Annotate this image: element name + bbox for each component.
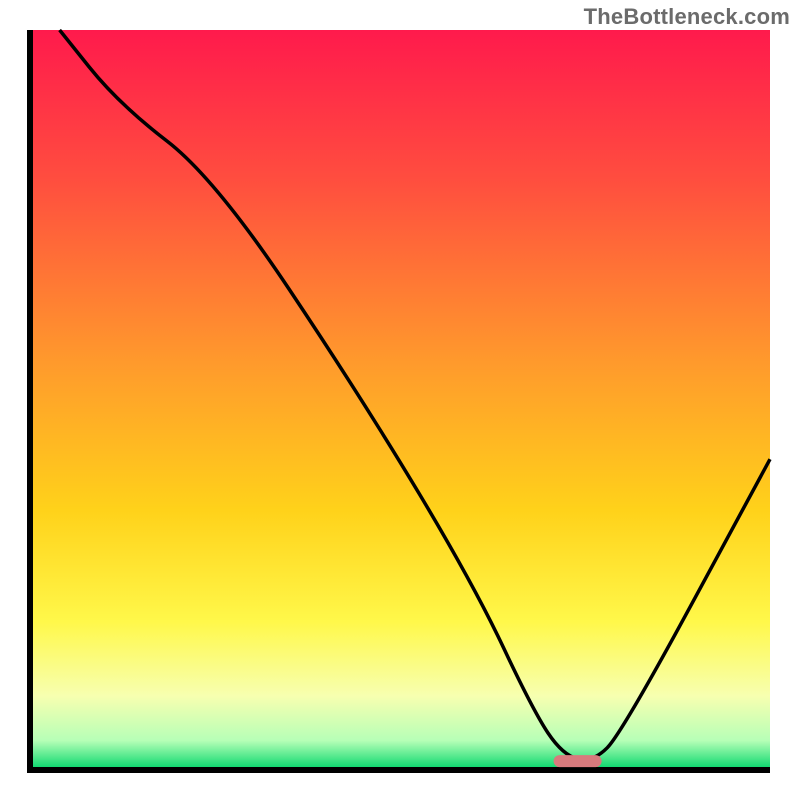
plot-background (30, 30, 770, 770)
watermark-text: TheBottleneck.com (584, 4, 790, 30)
bottleneck-chart (0, 0, 800, 800)
optimal-point-marker (554, 755, 602, 767)
chart-container: TheBottleneck.com (0, 0, 800, 800)
